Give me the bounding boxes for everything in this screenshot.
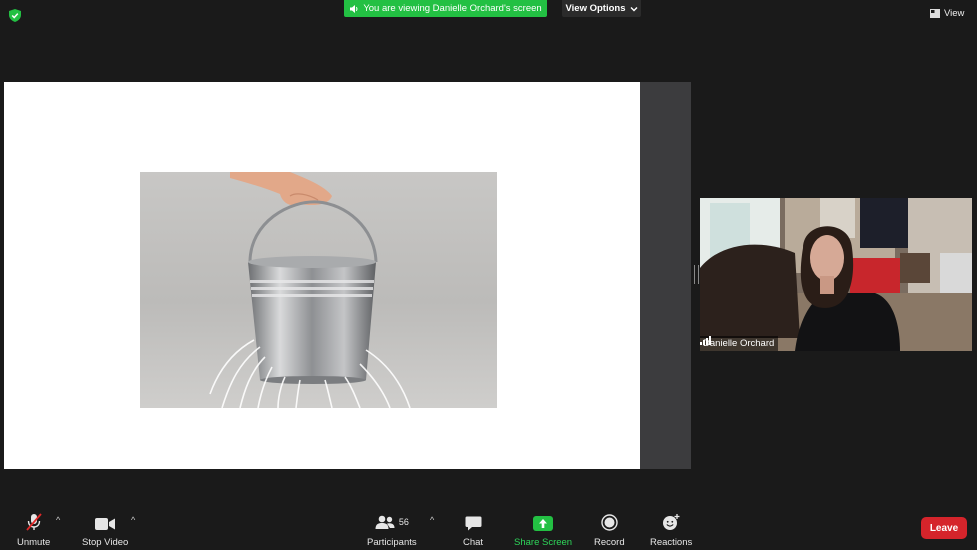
participants-count: 56	[398, 517, 409, 527]
speaker-icon	[350, 4, 358, 13]
panel-resize-handle[interactable]	[694, 265, 699, 284]
stop-video-label: Stop Video	[82, 537, 129, 548]
shared-slide	[4, 82, 640, 469]
audio-options-caret[interactable]: ^	[56, 515, 60, 525]
shield-check-icon[interactable]	[9, 9, 21, 22]
view-options-button[interactable]: View Options	[562, 0, 641, 17]
reactions-icon	[663, 514, 680, 530]
participant-name: Danielle Orchard	[703, 338, 775, 349]
participants-icon	[375, 515, 395, 529]
participant-video-feed	[700, 198, 972, 351]
participant-name-tag: Danielle Orchard	[700, 336, 779, 351]
chat-bubble-icon	[465, 516, 482, 531]
unmute-label: Unmute	[17, 537, 51, 548]
share-screen-icon	[533, 516, 554, 531]
leaking-bucket-image	[140, 172, 497, 408]
chat-button[interactable]: Chat	[463, 513, 483, 548]
view-label: View	[944, 7, 965, 19]
share-screen-label: Share Screen	[514, 537, 573, 548]
leave-button[interactable]: Leave	[921, 517, 967, 539]
video-camera-icon	[95, 518, 116, 530]
chevron-down-icon	[630, 6, 637, 11]
participants-button[interactable]: 56 Participants	[367, 513, 417, 548]
record-label: Record	[594, 537, 625, 548]
mic-muted-icon	[25, 513, 42, 531]
unmute-button[interactable]: Unmute	[17, 513, 50, 548]
record-button[interactable]: Record	[594, 513, 625, 548]
participants-label: Participants	[367, 537, 417, 548]
view-options-label: View Options	[565, 3, 626, 14]
stop-video-button[interactable]: Stop Video	[82, 513, 128, 548]
signal-bars-icon	[700, 336, 711, 345]
meeting-toolbar: Unmute ^ Stop Video ^ 56 Participants ^	[0, 506, 977, 550]
reactions-button[interactable]: Reactions	[650, 513, 692, 548]
participant-video-tile[interactable]: Danielle Orchard	[700, 198, 972, 351]
reactions-label: Reactions	[650, 537, 693, 548]
banner-text: You are viewing Danielle Orchard's scree…	[363, 3, 542, 14]
gallery-view-icon	[930, 8, 940, 18]
viewing-screen-banner: You are viewing Danielle Orchard's scree…	[344, 0, 547, 17]
view-button[interactable]: View	[930, 6, 964, 20]
record-icon	[601, 514, 618, 531]
shared-screen[interactable]	[4, 82, 691, 469]
share-screen-button[interactable]: Share Screen	[514, 513, 572, 548]
chat-label: Chat	[463, 537, 484, 548]
participants-options-caret[interactable]: ^	[430, 515, 434, 525]
video-options-caret[interactable]: ^	[131, 515, 135, 525]
